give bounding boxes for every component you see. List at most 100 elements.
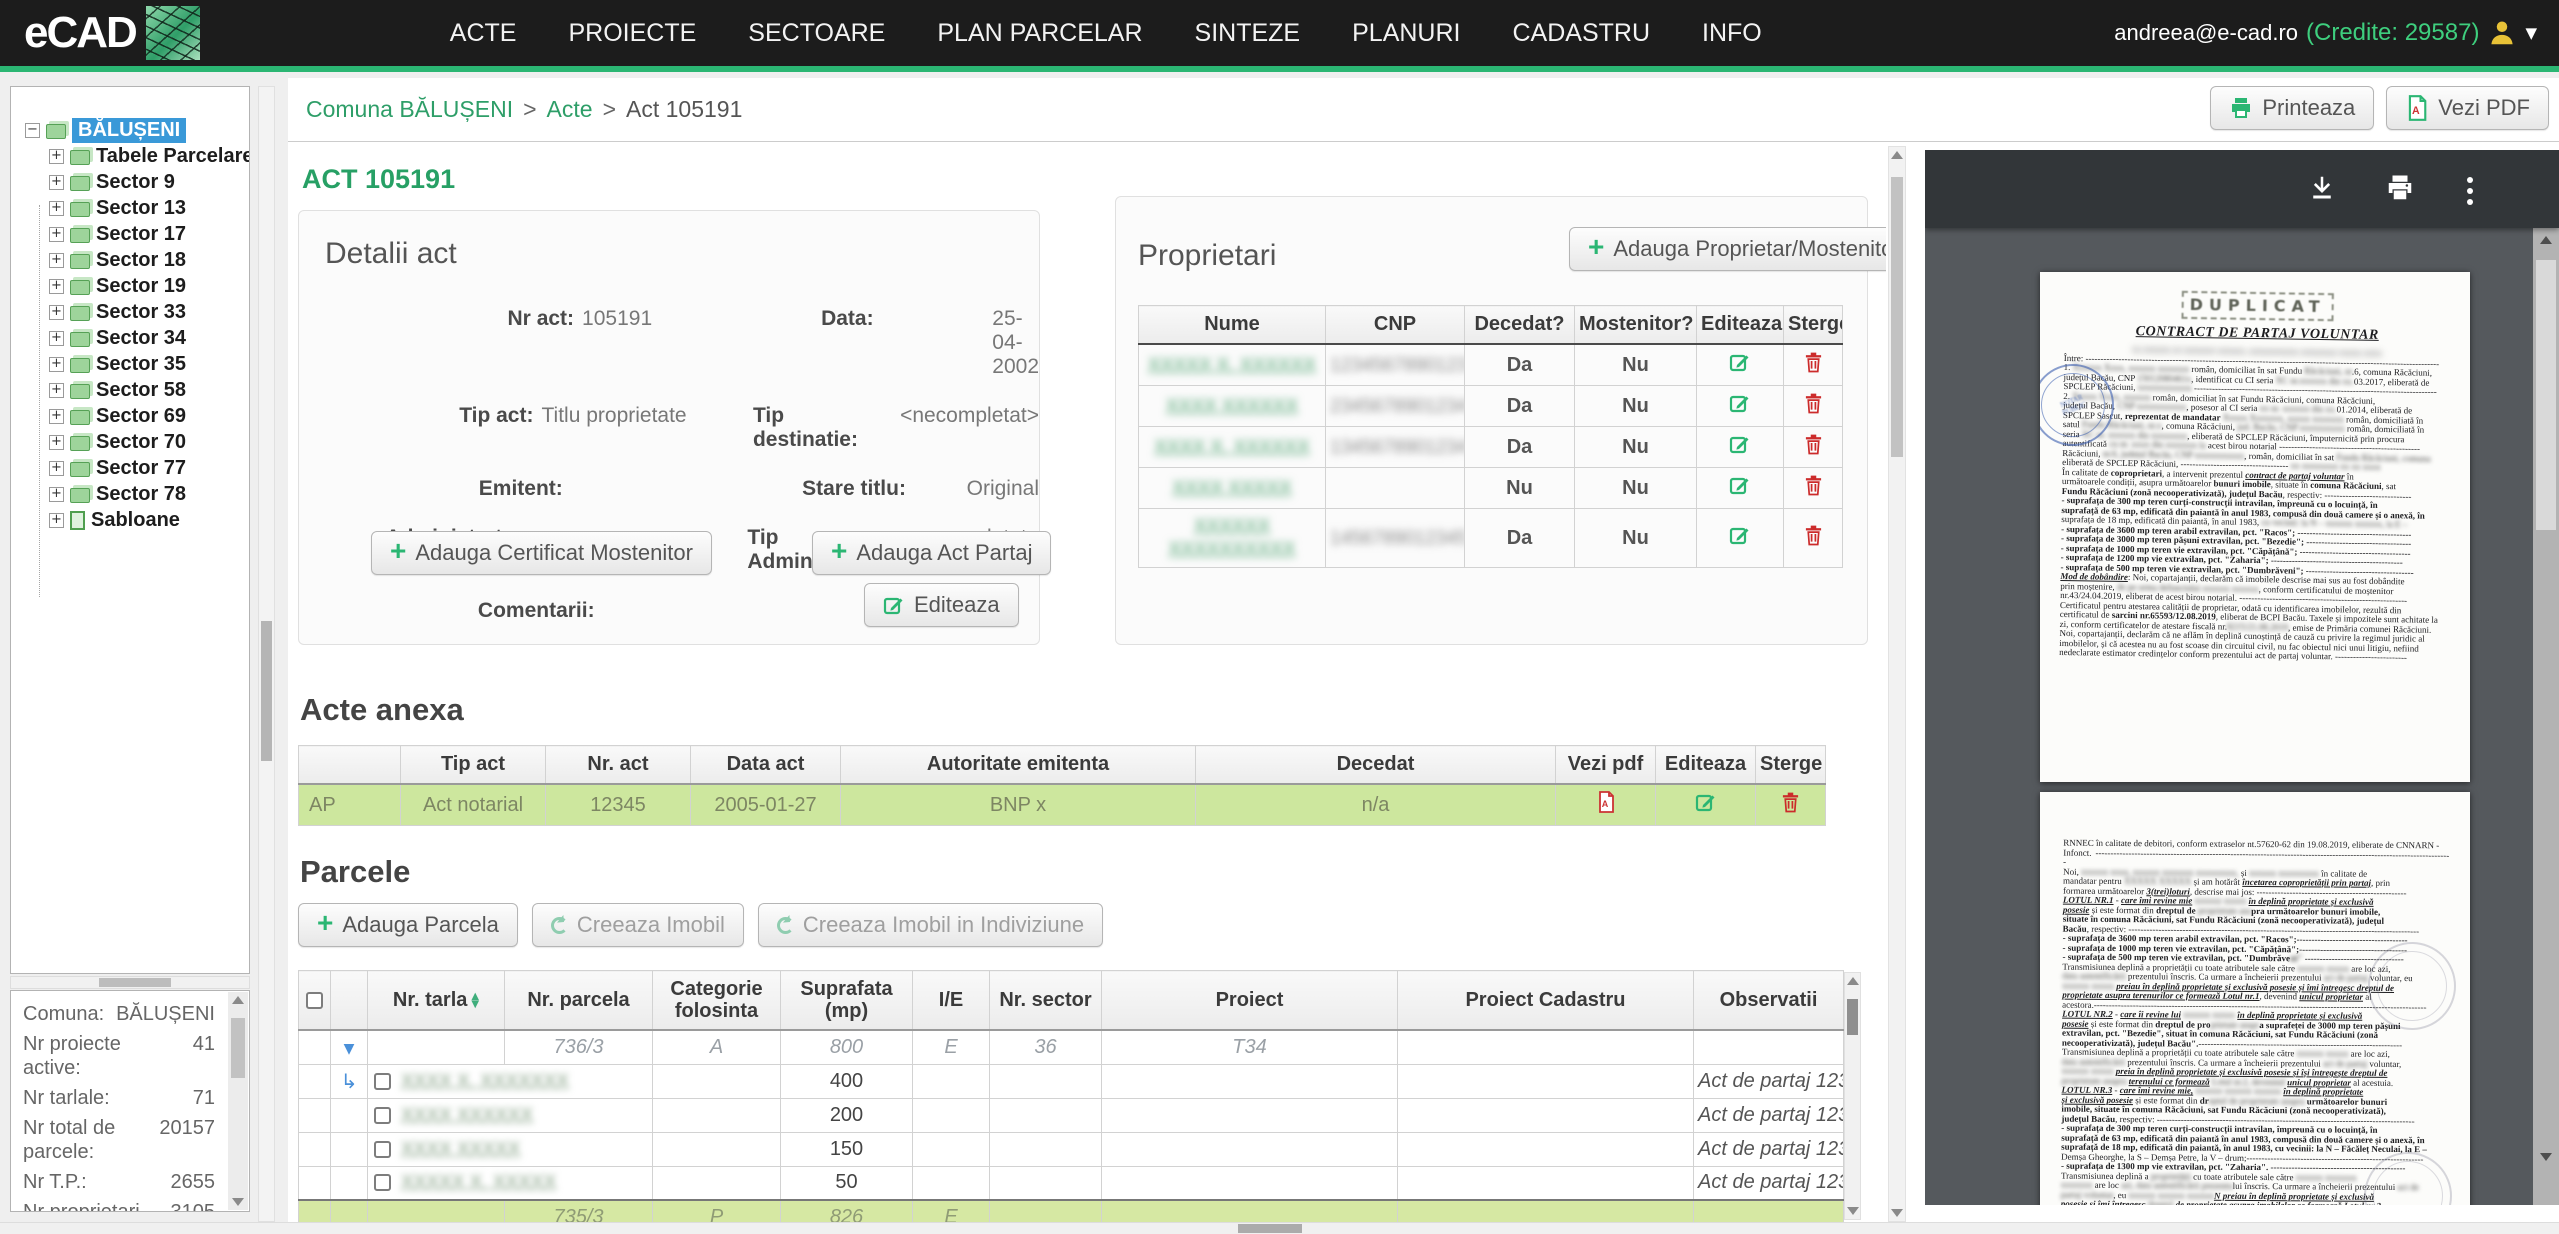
tree-expander-icon[interactable]: +: [49, 461, 64, 476]
tree-expander-icon[interactable]: +: [49, 331, 64, 346]
tree-item[interactable]: + Tabele Parcelare: [11, 143, 249, 169]
owner-name-link[interactable]: XXXX XXXXXX: [1166, 396, 1298, 417]
print-icon[interactable]: [2385, 173, 2415, 203]
edit-annex-icon[interactable]: [1695, 791, 1717, 813]
tree-expander-icon[interactable]: +: [49, 487, 64, 502]
owner-name-link[interactable]: XXXXXX XXXXXXXXXX: [1169, 516, 1296, 560]
row-checkbox[interactable]: [374, 1107, 391, 1124]
tree-expander-icon[interactable]: +: [49, 279, 64, 294]
owner-name-link[interactable]: XXXX XXXXX: [1172, 478, 1291, 499]
delete-owner-icon[interactable]: [1804, 433, 1823, 455]
delete-owner-icon[interactable]: [1804, 474, 1823, 496]
owner-name-link[interactable]: XXXXX X. XXXXXX: [1148, 355, 1316, 376]
user-icon[interactable]: [2487, 18, 2517, 48]
tree-expander-icon[interactable]: +: [49, 409, 64, 424]
add-act-partaj-button[interactable]: Adauga Act Partaj: [812, 531, 1051, 575]
edit-owner-icon[interactable]: [1729, 524, 1751, 546]
parcels-action-button[interactable]: Adauga Parcela: [298, 903, 518, 947]
tree-item-label[interactable]: Tabele Parcelare: [96, 145, 250, 168]
delete-owner-icon[interactable]: [1804, 351, 1823, 373]
tree-expander-icon[interactable]: +: [49, 305, 64, 320]
scrollbar-thumb[interactable]: [231, 1018, 245, 1078]
tree-item-label[interactable]: Sector 9: [96, 171, 175, 194]
scrollbar-thumb[interactable]: [1847, 999, 1858, 1035]
scroll-down-icon[interactable]: [1889, 1205, 1905, 1221]
scroll-up-icon[interactable]: [1845, 973, 1860, 989]
delete-owner-icon[interactable]: [1804, 392, 1823, 414]
row-checkbox[interactable]: [374, 1073, 391, 1090]
more-options-icon[interactable]: [2465, 175, 2475, 207]
tree-expander-icon[interactable]: +: [49, 253, 64, 268]
tree-item-label[interactable]: Sector 19: [96, 275, 186, 298]
nav-menu-item[interactable]: SINTEZE: [1195, 19, 1301, 48]
ecad-logo[interactable]: eCAD: [24, 6, 200, 60]
tree-item[interactable]: + Sector 69: [11, 403, 249, 429]
view-pdf-icon[interactable]: A: [1596, 791, 1616, 813]
parcels-action-button[interactable]: Creeaza Imobil: [532, 903, 744, 947]
download-icon[interactable]: [2307, 173, 2337, 203]
view-pdf-button[interactable]: A Vezi PDF: [2386, 86, 2549, 130]
scroll-up-icon[interactable]: [1889, 147, 1905, 163]
left-column-scrollbar[interactable]: [258, 86, 275, 1222]
add-certificat-mostenitor-button[interactable]: Adauga Certificat Mostenitor: [371, 531, 712, 575]
tree-expander-icon[interactable]: +: [49, 435, 64, 450]
tree-item[interactable]: + Sector 77: [11, 455, 249, 481]
scrollbar-thumb[interactable]: [2536, 260, 2556, 530]
row-expander-icon[interactable]: ▼: [344, 1041, 355, 1057]
parcel-owner-link[interactable]: XXXX XXXXXX: [401, 1105, 533, 1126]
add-owner-button[interactable]: Adauga Proprietar/Mostenitor: [1569, 227, 1886, 271]
delete-annex-icon[interactable]: [1781, 791, 1800, 813]
parcels-table-scrollbar[interactable]: [1844, 972, 1861, 1220]
tree-expander-icon[interactable]: +: [49, 149, 64, 164]
tree-item-label[interactable]: Sabloane: [91, 509, 180, 532]
edit-owner-icon[interactable]: [1729, 433, 1751, 455]
edit-owner-icon[interactable]: [1729, 392, 1751, 414]
tree-expander-icon[interactable]: +: [49, 513, 64, 528]
parcels-action-button[interactable]: Creeaza Imobil in Indiviziune: [758, 903, 1103, 947]
tree-item[interactable]: + Sector 17: [11, 221, 249, 247]
main-content-scrollbar[interactable]: [1888, 146, 1906, 1222]
user-area[interactable]: andreea@e-cad.ro (Credite: 29587) ▼: [2114, 0, 2537, 66]
tree-item[interactable]: + Sector 19: [11, 273, 249, 299]
nav-menu-item[interactable]: SECTOARE: [748, 19, 885, 48]
delete-owner-icon[interactable]: [1804, 524, 1823, 546]
tree-item[interactable]: + Sector 13: [11, 195, 249, 221]
tree-item-label[interactable]: Sector 78: [96, 483, 186, 506]
parcel-owner-link[interactable]: XXXXX X. XXXXX: [401, 1172, 556, 1193]
edit-act-button[interactable]: Editeaza: [864, 583, 1019, 627]
tree-item-label[interactable]: Sector 69: [96, 405, 186, 428]
tree-item[interactable]: − BĂLUȘENI: [11, 117, 249, 143]
tree-expander-icon[interactable]: +: [49, 383, 64, 398]
nav-menu-item[interactable]: CADASTRU: [1512, 19, 1650, 48]
tree-item-label[interactable]: Sector 18: [96, 249, 186, 272]
scrollbar-thumb[interactable]: [1238, 1224, 1302, 1233]
scrollbar-thumb[interactable]: [261, 621, 272, 761]
scroll-up-icon[interactable]: [2533, 232, 2559, 248]
parcel-owner-link[interactable]: XXXX X. XXXXXXX: [401, 1071, 569, 1092]
pdf-scrollbar[interactable]: [2533, 228, 2559, 1205]
tree-expander-icon[interactable]: +: [49, 175, 64, 190]
tree-item-label[interactable]: Sector 58: [96, 379, 186, 402]
scroll-up-icon[interactable]: [228, 992, 248, 1008]
row-checkbox[interactable]: [374, 1174, 391, 1191]
nav-menu-item[interactable]: PROIECTE: [568, 19, 696, 48]
select-all-checkbox[interactable]: [306, 992, 323, 1009]
edit-owner-icon[interactable]: [1729, 474, 1751, 496]
parcel-owner-link[interactable]: XXXX XXXXX: [401, 1139, 520, 1160]
nav-menu-item[interactable]: INFO: [1702, 19, 1762, 48]
breadcrumb-commune-link[interactable]: Comuna BĂLUȘENI: [306, 96, 513, 123]
nav-menu-item[interactable]: PLANURI: [1352, 19, 1460, 48]
owner-name-link[interactable]: XXXX X. XXXXXX: [1154, 437, 1309, 458]
tree-expander-icon[interactable]: +: [49, 201, 64, 216]
stats-scrollbar[interactable]: [228, 992, 248, 1210]
scrollbar-thumb[interactable]: [1891, 177, 1903, 457]
nav-menu-item[interactable]: ACTE: [450, 19, 517, 48]
scrollbar-thumb[interactable]: [99, 978, 171, 987]
tree-item-label[interactable]: BĂLUȘENI: [72, 118, 186, 143]
tree-item[interactable]: + Sector 9: [11, 169, 249, 195]
print-button[interactable]: Printeaza: [2210, 86, 2374, 130]
tree-horizontal-scrollbar[interactable]: [10, 976, 250, 989]
tree-item-label[interactable]: Sector 33: [96, 301, 186, 324]
tree-item-label[interactable]: Sector 77: [96, 457, 186, 480]
page-horizontal-scrollbar[interactable]: [0, 1222, 2559, 1234]
